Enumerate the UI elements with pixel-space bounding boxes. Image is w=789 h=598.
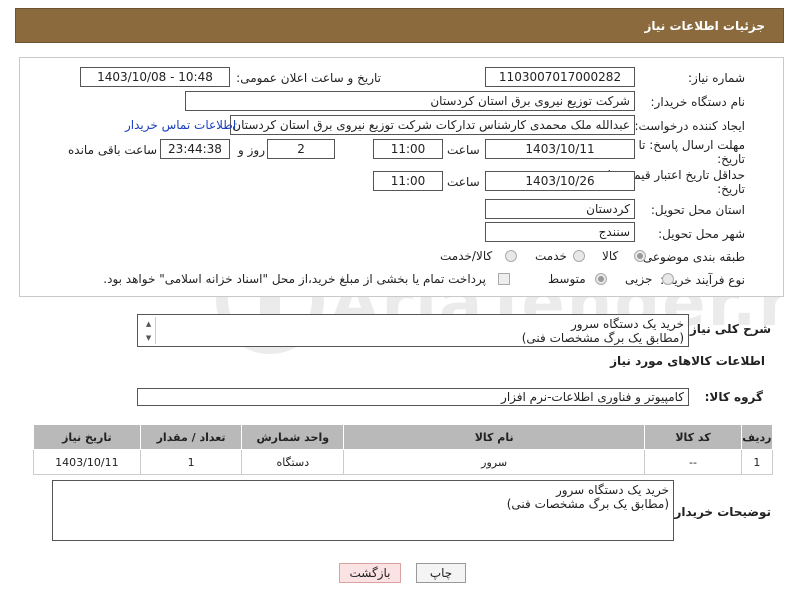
creator-field: عبدالله ملک محمدی کارشناس تدارکات شرکت ت… [230, 115, 635, 135]
validity-time-label: ساعت [447, 175, 480, 189]
province-label: استان محل تحویل: [650, 203, 745, 217]
deadline-label-date: تاریخ: [717, 152, 745, 166]
col-name: نام کالا [343, 424, 646, 450]
scroll-up-icon: ▲ [145, 320, 152, 328]
page-title: جزئیات اطلاعات نیاز [644, 18, 765, 33]
process-medium-label: متوسط [548, 272, 586, 286]
deadline-date-field: 1403/10/11 [485, 139, 635, 159]
category-service-radio[interactable] [573, 250, 585, 262]
remaining-time-field: 23:44:38 [160, 139, 230, 159]
process-medium-radio[interactable] [595, 273, 607, 285]
print-button[interactable]: چاپ [416, 563, 466, 583]
buyer-notes-label: توضیحات خریدار: [669, 505, 771, 519]
deadline-label: مهلت ارسال پاسخ: تا [638, 138, 745, 152]
goods-group-label: گروه کالا: [704, 390, 763, 404]
table-row: 1 -- سرور دستگاه 1 1403/10/11 [33, 449, 774, 475]
need-number-field: 1103007017000282 [485, 67, 635, 87]
description-scrollbar[interactable]: ▲ ▼ [142, 317, 156, 344]
cell-row: 1 [740, 449, 774, 475]
description-label: شرح کلی نیاز: [685, 322, 771, 336]
days-label: روز و [238, 143, 265, 157]
category-label: طبقه بندی موضوعی: [638, 250, 745, 264]
goods-table: ردیف کد کالا نام کالا واحد شمارش تعداد /… [33, 424, 774, 475]
city-label: شهر محل تحویل: [658, 227, 745, 241]
cell-name: سرور [343, 449, 646, 475]
remaining-label: ساعت باقی مانده [68, 143, 158, 157]
validity-label-date: تاریخ: [717, 182, 745, 196]
cell-date: 1403/10/11 [33, 449, 141, 475]
process-minor-label: جزیی [625, 272, 653, 286]
city-field: سنندج [485, 222, 635, 242]
cell-unit: دستگاه [241, 449, 345, 475]
cell-code: -- [644, 449, 742, 475]
treasury-payment-checkbox[interactable] [498, 273, 510, 285]
buyer-field: شرکت توزیع نیروی برق استان کردستان [185, 91, 635, 111]
buyer-notes-textarea[interactable]: خرید یک دستگاه سرور (مطابق یک برگ مشخصات… [52, 480, 674, 541]
need-number-label: شماره نیاز: [688, 71, 745, 85]
goods-table-header: ردیف کد کالا نام کالا واحد شمارش تعداد /… [33, 424, 774, 450]
category-goods-label: کالا [602, 249, 619, 263]
category-both-label: کالا/خدمت [440, 249, 493, 263]
category-service-label: خدمت [535, 249, 567, 263]
description-textarea[interactable]: خرید یک دستگاه سرور (مطابق یک برگ مشخصات… [137, 314, 689, 347]
col-date: تاریخ نیاز [33, 424, 141, 450]
col-code: کد کالا [644, 424, 742, 450]
deadline-time-label: ساعت [447, 143, 480, 157]
goods-group-field: کامپیوتر و فناوری اطلاعات-نرم افزار [137, 388, 689, 406]
deadline-time-field: 11:00 [373, 139, 443, 159]
buyer-label: نام دستگاه خریدار: [650, 95, 746, 109]
back-button[interactable]: بازگشت [339, 563, 401, 583]
col-qty: تعداد / مقدار [139, 424, 243, 450]
page-header: جزئیات اطلاعات نیاز [15, 8, 784, 43]
scroll-down-icon: ▼ [145, 334, 152, 342]
category-both-radio[interactable] [505, 250, 517, 262]
cell-qty: 1 [139, 449, 243, 475]
goods-section-title: اطلاعات کالاهای مورد نیاز [610, 354, 765, 368]
col-row: ردیف [740, 424, 774, 450]
creator-label: ایجاد کننده درخواست: [634, 119, 745, 133]
buyer-contact-link[interactable]: اطلاعات تماس خریدار [125, 118, 236, 132]
province-field: کردستان [485, 199, 635, 219]
announce-label: تاریخ و ساعت اعلان عمومی: [236, 71, 381, 85]
validity-time-field: 11:00 [373, 171, 443, 191]
category-goods-radio[interactable] [634, 250, 646, 262]
description-line-2: (مطابق یک برگ مشخصات فنی) [521, 331, 684, 345]
treasury-payment-note: پرداخت تمام یا بخشی از مبلغ خرید،از محل … [104, 272, 486, 286]
buyer-notes-line-1: خرید یک دستگاه سرور [555, 483, 669, 497]
buyer-notes-line-2: (مطابق یک برگ مشخصات فنی) [506, 497, 669, 511]
announce-field: 1403/10/08 - 10:48 [80, 67, 230, 87]
col-unit: واحد شمارش [241, 424, 345, 450]
process-minor-radio[interactable] [662, 273, 674, 285]
validity-date-field: 1403/10/26 [485, 171, 635, 191]
description-line-1: خرید یک دستگاه سرور [570, 317, 684, 331]
days-field: 2 [267, 139, 335, 159]
